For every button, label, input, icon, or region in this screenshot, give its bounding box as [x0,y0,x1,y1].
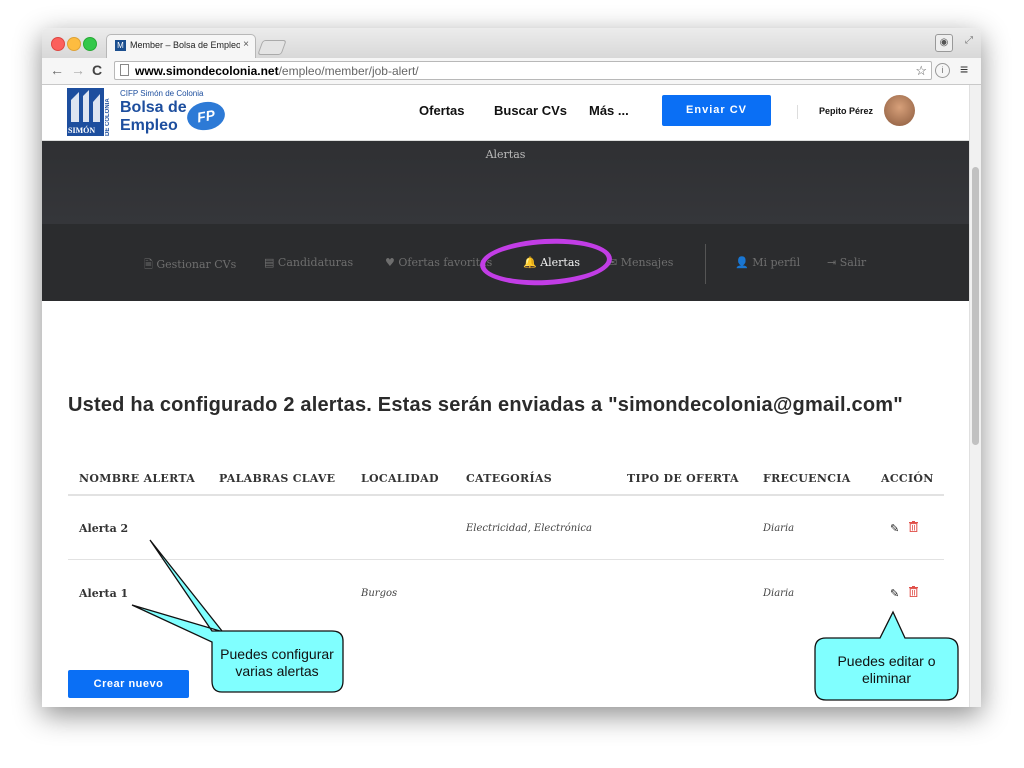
trash-icon[interactable] [909,586,918,597]
column-header: CATEGORÍAS [466,472,552,485]
close-window-button[interactable] [51,37,65,51]
subnav-gestionar-cvs[interactable]: 🗎 Gestionar CVs [144,256,236,275]
avatar[interactable] [884,95,915,126]
table-row: Alerta 2 Electricidad, Electrónica Diari… [68,496,944,560]
alert-frequency: Diaria [763,523,795,534]
alert-frequency: Diaria [763,588,795,599]
extension-icon[interactable]: i [935,63,950,78]
tab-close-icon[interactable]: × [243,39,249,50]
browser-toolbar: ← → C www.simondecolonia.net/empleo/memb… [42,58,981,85]
trash-icon[interactable] [909,521,918,532]
column-header: FRECUENCIA [763,472,851,485]
nav-mas[interactable]: Más ... [589,103,629,118]
column-header: LOCALIDAD [361,472,439,485]
page-content: SIMÓN DE COLONIA CIFP Simón de Colonia B… [42,85,969,707]
tab-title: Member – Bolsa de Empleo [130,40,240,50]
logo-side-text: DE COLONIA [105,98,111,136]
back-icon[interactable]: ← [50,62,64,78]
alert-name: Alerta 2 [79,522,129,535]
id-card-icon: ▤ [264,256,275,269]
forward-icon[interactable]: → [71,62,85,78]
enviar-cv-button[interactable]: Enviar CV [662,95,771,126]
logo-mark: SIMÓN [67,88,104,136]
subnav-candidaturas[interactable]: ▤ Candidaturas [264,256,353,269]
column-header: TIPO DE OFERTA [627,472,739,485]
browser-tab[interactable]: M Member – Bolsa de Empleo × [106,34,256,58]
column-header: PALABRAS CLAVE [219,472,336,485]
browser-menu-icon[interactable]: ≡ [960,61,968,77]
alerts-heading: Usted ha configurado 2 alertas. Estas se… [68,394,903,416]
logo-title: Bolsa de Empleo [120,99,187,134]
site-logo[interactable]: SIMÓN DE COLONIA CIFP Simón de Colonia B… [67,88,228,138]
zoom-window-button[interactable] [83,37,97,51]
callout-right-text: Puedes editar o eliminar [837,653,936,686]
alert-name: Alerta 1 [79,587,129,600]
subnav-divider [705,244,706,284]
user-name[interactable]: Pepito Pérez [819,106,873,116]
address-bar[interactable]: www.simondecolonia.net/empleo/member/job… [114,61,932,80]
alert-location: Burgos [361,588,398,599]
fullscreen-icon[interactable]: ⤢ [965,35,973,46]
crear-nuevo-button[interactable]: Crear nuevo [68,670,189,698]
alert-categories: Electricidad, Electrónica [466,523,592,534]
reload-icon[interactable]: C [92,62,102,78]
page-banner: Alertas [42,141,969,224]
sign-out-icon: ⇥ [827,256,837,269]
table-row: Alerta 1 Burgos Diaria ✎ [68,561,944,625]
favicon-icon: M [115,40,126,51]
new-tab-button[interactable] [257,40,287,55]
url-text[interactable]: www.simondecolonia.net/empleo/member/job… [135,64,419,78]
pencil-icon[interactable]: ✎ [890,587,899,600]
subnav-mi-perfil[interactable]: 👤 Mi perfil [735,256,800,269]
user-icon: 👤 [735,256,749,269]
callout-left-text: Puedes configurar varias alertas [220,646,334,679]
subnav-salir[interactable]: ⇥ Salir [827,256,866,269]
header-divider [797,105,798,119]
logo-fp-badge: FP [184,98,228,134]
site-header: SIMÓN DE COLONIA CIFP Simón de Colonia B… [42,85,969,141]
title-bar: M Member – Bolsa de Empleo × ◉ ⤢ [42,28,981,58]
minimize-window-button[interactable] [67,37,81,51]
column-header: NOMBRE ALERTA [79,472,196,485]
scrollbar[interactable] [969,85,981,707]
page-title: Alertas [485,148,526,161]
subnav-mensajes[interactable]: ✉ Mensajes [608,256,673,269]
subnav-ofertas-favoritas[interactable]: ♥ Ofertas favoritas [385,256,492,269]
pencil-icon[interactable]: ✎ [890,522,899,535]
browser-window: M Member – Bolsa de Empleo × ◉ ⤢ ← → C w… [42,28,981,707]
bookmark-star-icon[interactable]: ☆ [915,63,927,79]
nav-buscar-cvs[interactable]: Buscar CVs [494,103,567,118]
document-icon: 🗎 [144,258,153,271]
column-header: ACCIÓN [881,472,934,485]
scrollbar-thumb[interactable] [972,167,979,445]
page-icon [120,64,129,76]
logo-subtitle: CIFP Simón de Colonia [120,89,204,98]
row-divider [68,559,944,560]
profile-icon[interactable]: ◉ [935,34,953,52]
nav-ofertas[interactable]: Ofertas [419,103,465,118]
heart-icon: ♥ [385,256,395,269]
